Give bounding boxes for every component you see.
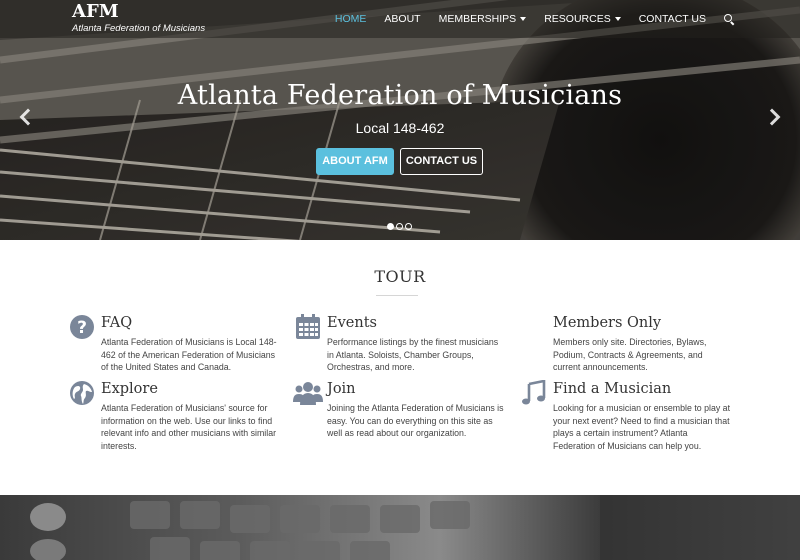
- hero-carousel: AFM Atlanta Federation of Musicians HOME…: [0, 0, 800, 240]
- main-nav: HOME ABOUT MEMBERSHIPS RESOURCES CONTACT…: [317, 0, 734, 38]
- top-navbar: AFM Atlanta Federation of Musicians HOME…: [0, 0, 800, 38]
- feature-title[interactable]: Join: [327, 380, 505, 398]
- carousel-dot-3[interactable]: [405, 223, 412, 230]
- nav-resources[interactable]: RESOURCES: [544, 13, 621, 25]
- nav-resources-label: RESOURCES: [544, 13, 611, 25]
- feature-find-musician: Find a Musician Looking for a musician o…: [522, 380, 731, 452]
- nav-memberships-label: MEMBERSHIPS: [438, 13, 517, 25]
- feature-members-only: Members Only Members only site. Director…: [553, 314, 731, 374]
- keyboard-background-image: [0, 495, 800, 560]
- question-circle-icon: ?: [70, 315, 94, 339]
- brand-logo[interactable]: AFM Atlanta Federation of Musicians: [72, 1, 206, 35]
- nav-contact[interactable]: CONTACT US: [639, 13, 706, 25]
- hero-title: Atlanta Federation of Musicians: [177, 80, 623, 111]
- hero-subtitle: Local 148-462: [355, 120, 445, 136]
- calendar-icon: [296, 314, 320, 339]
- feature-title[interactable]: Members Only: [553, 314, 731, 332]
- caret-down-icon: [520, 17, 527, 22]
- feature-text: Atlanta Federation of Musicians' source …: [101, 403, 277, 451]
- feature-explore: Explore Atlanta Federation of Musicians'…: [70, 380, 279, 452]
- feature-text: Performance listings by the finest music…: [327, 337, 499, 372]
- tour-divider: [376, 295, 418, 296]
- feature-events: Events Performance listings by the fines…: [296, 314, 505, 374]
- search-icon[interactable]: [724, 14, 734, 24]
- tour-heading: TOUR: [374, 267, 426, 286]
- feature-join: Join Joining the Atlanta Federation of M…: [293, 380, 505, 440]
- keyboard-image: [30, 495, 800, 560]
- feature-text: Looking for a musician or ensemble to pl…: [553, 403, 731, 451]
- brand-subtitle: Atlanta Federation of Musicians: [72, 23, 206, 34]
- feature-text: Joining the Atlanta Federation of Musici…: [327, 403, 504, 438]
- carousel-indicators: [387, 223, 414, 230]
- feature-title[interactable]: FAQ: [101, 314, 279, 332]
- carousel-dot-1[interactable]: [387, 223, 394, 230]
- carousel-prev-icon[interactable]: [18, 108, 32, 126]
- carousel-next-icon[interactable]: [766, 108, 780, 126]
- about-afm-button[interactable]: ABOUT AFM: [316, 148, 394, 175]
- svg-text:?: ?: [77, 318, 87, 338]
- globe-icon: [70, 381, 94, 405]
- users-icon: [293, 382, 323, 405]
- feature-title[interactable]: Events: [327, 314, 505, 332]
- caret-down-icon: [614, 17, 621, 22]
- feature-title[interactable]: Explore: [101, 380, 279, 398]
- feature-faq: ? FAQ Atlanta Federation of Musicians is…: [70, 314, 279, 374]
- feature-title[interactable]: Find a Musician: [553, 380, 731, 398]
- nav-home[interactable]: HOME: [335, 13, 367, 25]
- carousel-dot-2[interactable]: [396, 223, 403, 230]
- feature-text: Atlanta Federation of Musicians is Local…: [101, 337, 277, 372]
- contact-us-button[interactable]: CONTACT US: [400, 148, 483, 175]
- brand-title: AFM: [72, 1, 119, 22]
- nav-about[interactable]: ABOUT: [384, 13, 420, 25]
- music-note-icon: [522, 380, 546, 405]
- feature-text: Members only site. Directories, Bylaws, …: [553, 337, 707, 372]
- nav-memberships[interactable]: MEMBERSHIPS: [439, 13, 527, 25]
